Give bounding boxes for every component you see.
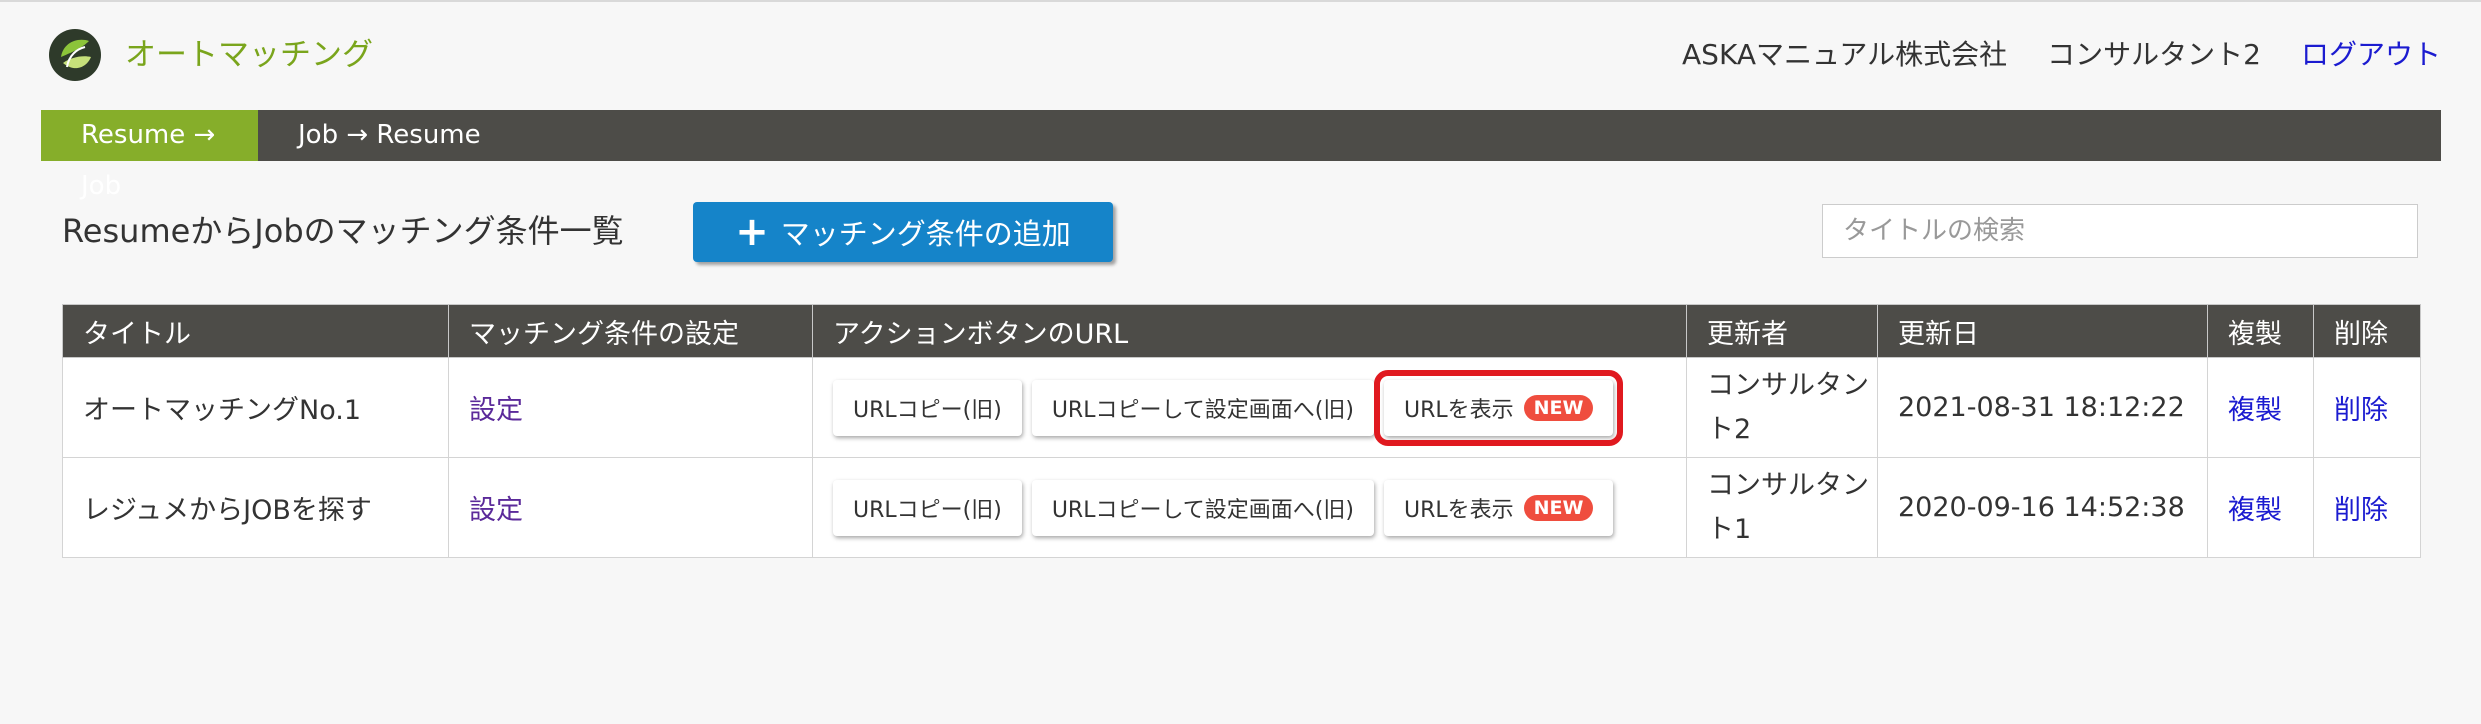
url-copy-old-button[interactable]: URLコピー(旧) <box>833 379 1022 436</box>
delete-link[interactable]: 削除 <box>2334 495 2388 526</box>
matching-conditions-table: タイトル マッチング条件の設定 アクションボタンのURL 更新者 更新日 複製 … <box>62 304 2421 558</box>
header-duplicate: 複製 <box>2207 304 2314 358</box>
row-title: オートマッチングNo.1 <box>62 357 449 458</box>
settings-link[interactable]: 設定 <box>469 495 523 526</box>
add-button-label: マッチング条件の追加 <box>780 217 1071 251</box>
new-badge: NEW <box>1523 494 1594 521</box>
tab-resume-to-job[interactable]: Resume → Job <box>41 110 258 201</box>
header-title: タイトル <box>62 304 449 358</box>
table-row: オートマッチングNo.1 設定 URLコピー(旧) URLコピーして設定画面へ(… <box>62 357 2421 458</box>
updater-line1: コンサルタン <box>1707 469 1869 501</box>
plus-icon: + <box>735 209 769 255</box>
duplicate-link[interactable]: 複製 <box>2228 495 2282 526</box>
row-updater: コンサルタン ト2 <box>1686 357 1878 458</box>
delete-link[interactable]: 削除 <box>2334 395 2388 426</box>
duplicate-link[interactable]: 複製 <box>2228 395 2282 426</box>
table-row: レジュメからJOBを探す 設定 URLコピー(旧) URLコピーして設定画面へ(… <box>62 457 2421 558</box>
header-matching-settings: マッチング条件の設定 <box>448 304 813 358</box>
top-border <box>0 0 2481 2</box>
url-copy-to-settings-old-button[interactable]: URLコピーして設定画面へ(旧) <box>1031 479 1374 536</box>
updater-line1: コンサルタン <box>1707 369 1869 401</box>
header-updated: 更新日 <box>1877 304 2208 358</box>
url-show-button[interactable]: URLを表示 NEW <box>1373 369 1624 446</box>
main-nav: Resume → Job Job → Resume <box>41 110 2441 201</box>
header-user-area: ASKAマニュアル株式会社 コンサルタント2 ログアウト <box>1682 30 2441 80</box>
title-search-input[interactable] <box>1822 204 2418 258</box>
add-matching-condition-button[interactable]: + マッチング条件の追加 <box>693 202 1113 262</box>
url-show-label: URLを表示 <box>1403 497 1514 523</box>
updater-line2: ト1 <box>1707 513 1752 545</box>
company-name: ASKAマニュアル株式会社 <box>1682 38 2008 71</box>
header-delete: 削除 <box>2313 304 2421 358</box>
row-updated: 2021-08-31 18:12:22 <box>1877 357 2208 458</box>
url-button-group: URLコピー(旧) URLコピーして設定画面へ(旧) URLを表示 NEW <box>833 479 1686 536</box>
header-action-url: アクションボタンのURL <box>812 304 1687 358</box>
updater-line2: ト2 <box>1707 413 1752 445</box>
row-title: レジュメからJOBを探す <box>62 457 449 558</box>
url-button-group: URLコピー(旧) URLコピーして設定画面へ(旧) URLを表示 NEW <box>833 369 1686 446</box>
row-updated: 2020-09-16 14:52:38 <box>1877 457 2208 558</box>
user-name: コンサルタント2 <box>2047 38 2261 71</box>
url-copy-old-button[interactable]: URLコピー(旧) <box>833 479 1022 536</box>
page-title: ResumeからJobのマッチング条件一覧 <box>62 212 624 250</box>
settings-link[interactable]: 設定 <box>469 395 523 426</box>
table-header-row: タイトル マッチング条件の設定 アクションボタンのURL 更新者 更新日 複製 … <box>62 304 2421 358</box>
app-logo-icon <box>47 27 103 83</box>
row-updater: コンサルタン ト1 <box>1686 457 1878 558</box>
url-show-label: URLを表示 <box>1403 397 1514 423</box>
header-updater: 更新者 <box>1686 304 1878 358</box>
logout-link[interactable]: ログアウト <box>2301 30 2441 80</box>
new-badge: NEW <box>1523 394 1594 421</box>
url-copy-to-settings-old-button[interactable]: URLコピーして設定画面へ(旧) <box>1031 379 1374 436</box>
url-show-button[interactable]: URLを表示 NEW <box>1383 479 1614 536</box>
tab-job-to-resume[interactable]: Job → Resume <box>258 110 521 161</box>
app-title[interactable]: オートマッチング <box>125 30 373 80</box>
